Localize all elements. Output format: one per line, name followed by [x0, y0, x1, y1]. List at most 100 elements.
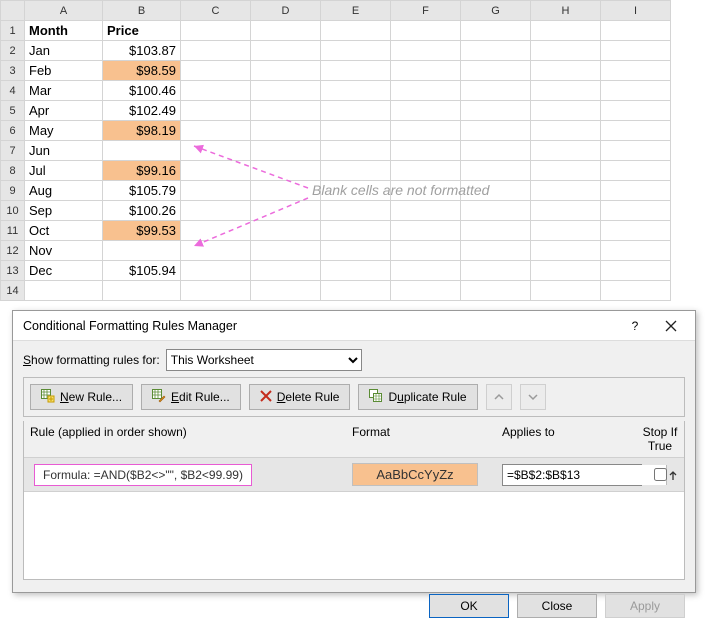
cell[interactable]: [391, 21, 461, 41]
cell[interactable]: [181, 21, 251, 41]
cell[interactable]: [251, 101, 321, 121]
cell[interactable]: [181, 161, 251, 181]
cell[interactable]: [321, 121, 391, 141]
row-header[interactable]: 4: [1, 81, 25, 101]
row-header[interactable]: 14: [1, 281, 25, 301]
cell[interactable]: [391, 281, 461, 301]
col-header[interactable]: B: [103, 1, 181, 21]
cell[interactable]: [25, 281, 103, 301]
cell[interactable]: [181, 181, 251, 201]
cell[interactable]: Aug: [25, 181, 103, 201]
cell[interactable]: [391, 101, 461, 121]
cell[interactable]: Jan: [25, 41, 103, 61]
cell[interactable]: Mar: [25, 81, 103, 101]
cell[interactable]: [531, 221, 601, 241]
cell[interactable]: [601, 261, 671, 281]
cell[interactable]: [601, 101, 671, 121]
cell[interactable]: [321, 141, 391, 161]
cell[interactable]: [251, 281, 321, 301]
cell[interactable]: [461, 121, 531, 141]
cell[interactable]: [461, 241, 531, 261]
cell[interactable]: [181, 221, 251, 241]
cell[interactable]: [181, 101, 251, 121]
cell[interactable]: [251, 141, 321, 161]
cell[interactable]: [601, 121, 671, 141]
move-up-button[interactable]: [486, 384, 512, 410]
row-header[interactable]: 5: [1, 101, 25, 121]
cell[interactable]: [103, 241, 181, 261]
cell[interactable]: [251, 221, 321, 241]
cell[interactable]: [531, 141, 601, 161]
cell[interactable]: [321, 161, 391, 181]
cell[interactable]: [531, 161, 601, 181]
cell[interactable]: $98.19: [103, 121, 181, 141]
cell[interactable]: [251, 261, 321, 281]
cell[interactable]: [321, 101, 391, 121]
cell[interactable]: [251, 201, 321, 221]
cell[interactable]: Sep: [25, 201, 103, 221]
cell[interactable]: [321, 281, 391, 301]
cell[interactable]: [321, 221, 391, 241]
col-header[interactable]: E: [321, 1, 391, 21]
cell[interactable]: Dec: [25, 261, 103, 281]
stop-if-true-checkbox[interactable]: [654, 468, 667, 481]
cell[interactable]: [181, 241, 251, 261]
cell[interactable]: [601, 201, 671, 221]
cell[interactable]: [531, 81, 601, 101]
cell[interactable]: [531, 281, 601, 301]
rule-row[interactable]: Formula: =AND($B2<>"", $B2<99.99) AaBbCc…: [24, 457, 684, 491]
cell[interactable]: [531, 101, 601, 121]
cell[interactable]: [181, 121, 251, 141]
cell[interactable]: [391, 61, 461, 81]
cell[interactable]: [391, 241, 461, 261]
cell[interactable]: [251, 21, 321, 41]
cell[interactable]: [601, 161, 671, 181]
delete-rule-button[interactable]: Delete Rule: [249, 384, 351, 410]
cell[interactable]: [181, 281, 251, 301]
cell[interactable]: [321, 21, 391, 41]
cell[interactable]: [251, 181, 321, 201]
cell[interactable]: $100.26: [103, 201, 181, 221]
cell[interactable]: [391, 121, 461, 141]
row-header[interactable]: 6: [1, 121, 25, 141]
col-header[interactable]: A: [25, 1, 103, 21]
cell[interactable]: [391, 41, 461, 61]
cell[interactable]: Oct: [25, 221, 103, 241]
cell[interactable]: [321, 201, 391, 221]
cell[interactable]: [251, 121, 321, 141]
cell[interactable]: [181, 261, 251, 281]
cell[interactable]: [103, 141, 181, 161]
cell[interactable]: Apr: [25, 101, 103, 121]
col-header[interactable]: I: [601, 1, 671, 21]
cell[interactable]: [461, 221, 531, 241]
cell[interactable]: [531, 241, 601, 261]
cell[interactable]: $102.49: [103, 101, 181, 121]
cell[interactable]: $98.59: [103, 61, 181, 81]
col-header[interactable]: G: [461, 1, 531, 21]
cell[interactable]: [321, 81, 391, 101]
cell[interactable]: [601, 221, 671, 241]
row-header[interactable]: 11: [1, 221, 25, 241]
cell[interactable]: $100.46: [103, 81, 181, 101]
cell[interactable]: Feb: [25, 61, 103, 81]
col-header[interactable]: F: [391, 1, 461, 21]
cell[interactable]: [531, 41, 601, 61]
cell[interactable]: [181, 41, 251, 61]
close-button[interactable]: Close: [517, 594, 597, 618]
new-rule-button[interactable]: NNew Rule...ew Rule...: [30, 384, 133, 410]
cell[interactable]: [251, 81, 321, 101]
cell[interactable]: [461, 281, 531, 301]
help-button[interactable]: ?: [617, 314, 653, 338]
row-header[interactable]: 12: [1, 241, 25, 261]
move-down-button[interactable]: [520, 384, 546, 410]
cell[interactable]: [601, 81, 671, 101]
cell[interactable]: [391, 261, 461, 281]
cell[interactable]: [601, 181, 671, 201]
cell[interactable]: $99.16: [103, 161, 181, 181]
col-header[interactable]: C: [181, 1, 251, 21]
cell[interactable]: [531, 61, 601, 81]
cell[interactable]: [601, 141, 671, 161]
cell[interactable]: $105.94: [103, 261, 181, 281]
cell[interactable]: Jul: [25, 161, 103, 181]
apply-button[interactable]: Apply: [605, 594, 685, 618]
